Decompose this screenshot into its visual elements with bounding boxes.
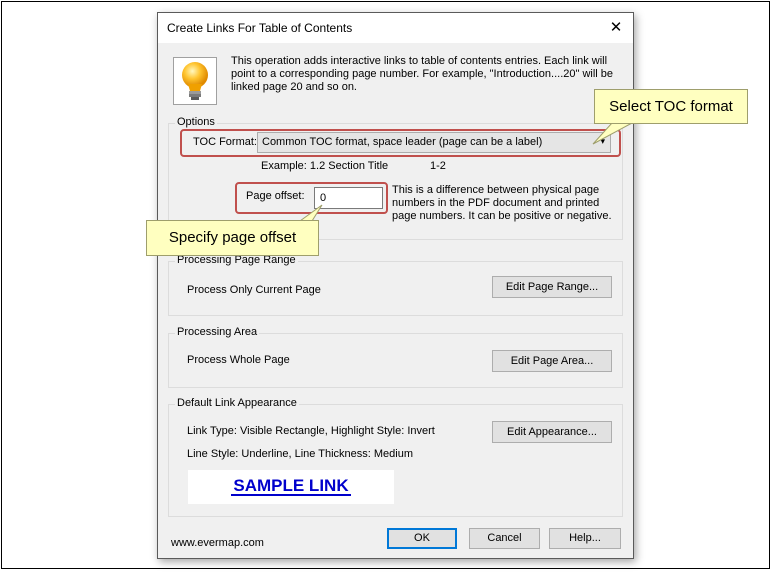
edit-page-range-button[interactable]: Edit Page Range... [492, 276, 612, 298]
link-appearance-group-label: Default Link Appearance [175, 397, 299, 409]
cancel-button[interactable]: Cancel [469, 528, 540, 549]
chevron-down-icon: ▾ [600, 136, 605, 146]
toc-format-label: TOC Format: [193, 136, 257, 148]
help-button[interactable]: Help... [549, 528, 621, 549]
page-offset-help: This is a difference between physical pa… [392, 184, 612, 222]
toc-format-value: Common TOC format, space leader (page ca… [262, 136, 543, 148]
page-range-value: Process Only Current Page [187, 284, 321, 296]
create-links-dialog: Create Links For Table of Contents ✕ Thi… [157, 12, 634, 559]
toc-format-select[interactable]: Common TOC format, space leader (page ca… [257, 132, 611, 153]
dialog-title: Create Links For Table of Contents [167, 21, 353, 35]
edit-appearance-label: Edit Appearance... [507, 426, 597, 438]
ok-label: OK [414, 532, 430, 544]
page-offset-callout: Specify page offset [146, 220, 319, 256]
lightbulb-icon [173, 57, 217, 105]
processing-area-value: Process Whole Page [187, 354, 290, 366]
edit-appearance-button[interactable]: Edit Appearance... [492, 421, 612, 443]
title-bar: Create Links For Table of Contents ✕ [158, 13, 633, 43]
page-offset-label: Page offset: [246, 190, 305, 202]
close-icon[interactable]: ✕ [599, 13, 633, 43]
edit-page-area-label: Edit Page Area... [510, 355, 594, 367]
page-offset-value: 0 [320, 192, 327, 204]
sample-link: SAMPLE LINK [231, 476, 351, 496]
toc-format-callout-text: Select TOC format [609, 98, 733, 115]
example-label: Example: 1.2 Section Title [261, 160, 389, 172]
example-page: 1-2 [430, 160, 446, 172]
edit-page-range-label: Edit Page Range... [505, 281, 599, 293]
sample-link-preview: SAMPLE LINK [188, 470, 394, 504]
edit-page-area-button[interactable]: Edit Page Area... [492, 350, 612, 372]
link-type-text: Link Type: Visible Rectangle, Highlight … [187, 425, 435, 437]
toc-format-callout: Select TOC format [594, 89, 748, 124]
intro-text: This operation adds interactive links to… [231, 55, 614, 93]
page-offset-callout-text: Specify page offset [168, 229, 297, 246]
website-link: www.evermap.com [171, 537, 264, 549]
cancel-label: Cancel [487, 532, 522, 544]
ok-button[interactable]: OK [387, 528, 457, 549]
page-offset-input[interactable]: 0 [314, 187, 383, 209]
help-label: Help... [569, 532, 601, 544]
options-group-label: Options [175, 116, 217, 128]
line-style-text: Line Style: Underline, Line Thickness: M… [187, 448, 414, 460]
processing-area-group-label: Processing Area [175, 326, 260, 338]
